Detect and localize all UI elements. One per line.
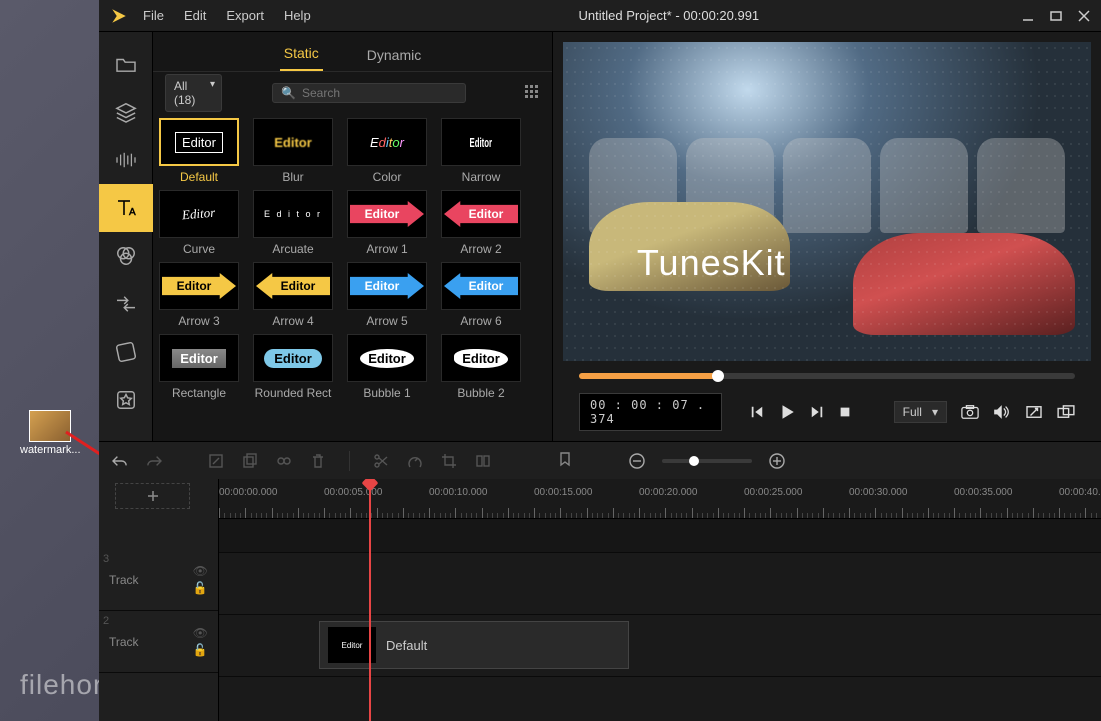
- link-tool-icon[interactable]: [275, 452, 293, 470]
- titlebar: File Edit Export Help Untitled Project* …: [99, 0, 1101, 32]
- copy-tool-icon[interactable]: [241, 452, 259, 470]
- track-lanes[interactable]: 00:00:00.000 00:00:05.000 00:00:10.000 0…: [219, 479, 1101, 721]
- prev-frame-button[interactable]: [750, 405, 764, 419]
- next-frame-button[interactable]: [810, 405, 824, 419]
- sidebar-text-icon[interactable]: A: [99, 184, 153, 232]
- zoom-slider[interactable]: [662, 459, 752, 463]
- preset-blur[interactable]: EditorBlur: [253, 118, 333, 184]
- preset-arrow-3[interactable]: EditorArrow 3: [159, 262, 239, 328]
- search-icon: 🔍: [281, 86, 296, 100]
- seek-bar[interactable]: [579, 373, 1075, 379]
- preview-panel: TunesKit 00 : 00 : 07 . 374 Full▾: [553, 32, 1101, 441]
- preset-arrow-5[interactable]: EditorArrow 5: [347, 262, 427, 328]
- detach-icon[interactable]: [1057, 405, 1075, 419]
- zoom-in-icon[interactable]: [768, 452, 786, 470]
- asset-panel: Static Dynamic All (18) 🔍 EditorDefault …: [153, 32, 553, 441]
- preset-arrow-4[interactable]: EditorArrow 4: [253, 262, 333, 328]
- text-clip-default[interactable]: Editor Default: [319, 621, 629, 669]
- sidebar-media-icon[interactable]: [99, 40, 153, 88]
- speed-tool-icon[interactable]: [406, 452, 424, 470]
- view-mode-select[interactable]: Full▾: [894, 401, 947, 423]
- svg-text:A: A: [129, 207, 136, 218]
- playhead[interactable]: [369, 479, 371, 721]
- sidebar-stickers-icon[interactable]: [99, 328, 153, 376]
- window-title: Untitled Project* - 00:00:20.991: [331, 8, 1007, 23]
- minimize-button[interactable]: [1021, 9, 1035, 23]
- preview-text-overlay[interactable]: TunesKit: [637, 242, 786, 284]
- preset-curve[interactable]: EditorCurve: [159, 190, 239, 256]
- preset-arrow-6[interactable]: EditorArrow 6: [441, 262, 521, 328]
- filter-dropdown[interactable]: All (18): [165, 74, 222, 112]
- sidebar: A: [99, 32, 153, 441]
- play-button[interactable]: [778, 403, 796, 421]
- sidebar-effects-icon[interactable]: [99, 232, 153, 280]
- tab-dynamic[interactable]: Dynamic: [363, 39, 425, 71]
- lock-icon[interactable]: 🔓: [193, 581, 208, 595]
- crop-tool-icon[interactable]: [440, 452, 458, 470]
- timeline: 3 Track 👁🔓 2 Track 👁🔓 00:00:00.000 00:00…: [99, 479, 1101, 721]
- delete-tool-icon[interactable]: [309, 452, 327, 470]
- zoom-out-icon[interactable]: [628, 452, 646, 470]
- sidebar-favorites-icon[interactable]: [99, 376, 153, 424]
- track-3-header[interactable]: 3 Track 👁🔓: [99, 549, 218, 611]
- marker-tool-icon[interactable]: [556, 452, 574, 470]
- track-3-label: Track: [109, 573, 139, 587]
- preview-viewport[interactable]: TunesKit: [563, 42, 1091, 361]
- menu-export[interactable]: Export: [226, 8, 264, 23]
- visibility-icon[interactable]: 👁: [193, 626, 208, 640]
- timeline-ruler[interactable]: 00:00:00.000 00:00:05.000 00:00:10.000 0…: [219, 479, 1101, 519]
- desktop-file-label: watermark...: [20, 444, 80, 456]
- seek-thumb[interactable]: [712, 370, 724, 382]
- preset-rectangle[interactable]: EditorRectangle: [159, 334, 239, 400]
- track-2-header[interactable]: 2 Track 👁🔓: [99, 611, 218, 673]
- search-box[interactable]: 🔍: [272, 83, 466, 103]
- preset-bubble-2[interactable]: EditorBubble 2: [441, 334, 521, 400]
- split-tool-icon[interactable]: [372, 452, 390, 470]
- track-headers: 3 Track 👁🔓 2 Track 👁🔓: [99, 479, 219, 721]
- preset-bubble-1[interactable]: EditorBubble 1: [347, 334, 427, 400]
- maximize-button[interactable]: [1049, 9, 1063, 23]
- stop-button[interactable]: [838, 405, 852, 419]
- track-2-lane[interactable]: Editor Default: [219, 615, 1101, 677]
- close-button[interactable]: [1077, 9, 1091, 23]
- asset-grid: EditorDefault EditorBlur EditorColor Edi…: [153, 114, 552, 441]
- preset-color[interactable]: EditorColor: [347, 118, 427, 184]
- preview-scene: [563, 42, 1091, 361]
- sidebar-audio-icon[interactable]: [99, 136, 153, 184]
- snapshot-icon[interactable]: [961, 404, 979, 420]
- add-track-button[interactable]: [115, 483, 190, 509]
- menu-edit[interactable]: Edit: [184, 8, 206, 23]
- grid-view-icon[interactable]: [524, 84, 540, 102]
- adjust-tool-icon[interactable]: [474, 452, 492, 470]
- seek-fill: [579, 373, 718, 379]
- timecode-display: 00 : 00 : 07 . 374: [579, 393, 722, 431]
- desktop-file-thumb: [29, 410, 71, 442]
- menu-file[interactable]: File: [143, 8, 164, 23]
- undo-icon[interactable]: [111, 452, 129, 470]
- preset-arcuate[interactable]: E d i t o rArcuate: [253, 190, 333, 256]
- preset-rounded-rect[interactable]: EditorRounded Rect: [253, 334, 333, 400]
- search-input[interactable]: [302, 86, 457, 100]
- preset-arrow-1[interactable]: EditorArrow 1: [347, 190, 427, 256]
- desktop-file-icon[interactable]: watermark...: [20, 410, 80, 456]
- preset-arrow-2[interactable]: EditorArrow 2: [441, 190, 521, 256]
- fullscreen-icon[interactable]: [1025, 405, 1043, 419]
- edit-tool-icon[interactable]: [207, 452, 225, 470]
- app-logo-icon: [109, 6, 129, 26]
- preset-default[interactable]: EditorDefault: [159, 118, 239, 184]
- track-3-lane[interactable]: [219, 553, 1101, 615]
- lock-icon[interactable]: 🔓: [193, 643, 208, 657]
- clip-label: Default: [386, 638, 427, 653]
- sidebar-layers-icon[interactable]: [99, 88, 153, 136]
- tab-static[interactable]: Static: [280, 37, 323, 71]
- redo-icon[interactable]: [145, 452, 163, 470]
- menu-help[interactable]: Help: [284, 8, 311, 23]
- timeline-toolbar: [99, 441, 1101, 479]
- visibility-icon[interactable]: 👁: [193, 564, 208, 578]
- track-2-label: Track: [109, 635, 139, 649]
- app-window: File Edit Export Help Untitled Project* …: [99, 0, 1101, 721]
- sidebar-transitions-icon[interactable]: [99, 280, 153, 328]
- volume-icon[interactable]: [993, 404, 1011, 420]
- preset-narrow[interactable]: EditorNarrow: [441, 118, 521, 184]
